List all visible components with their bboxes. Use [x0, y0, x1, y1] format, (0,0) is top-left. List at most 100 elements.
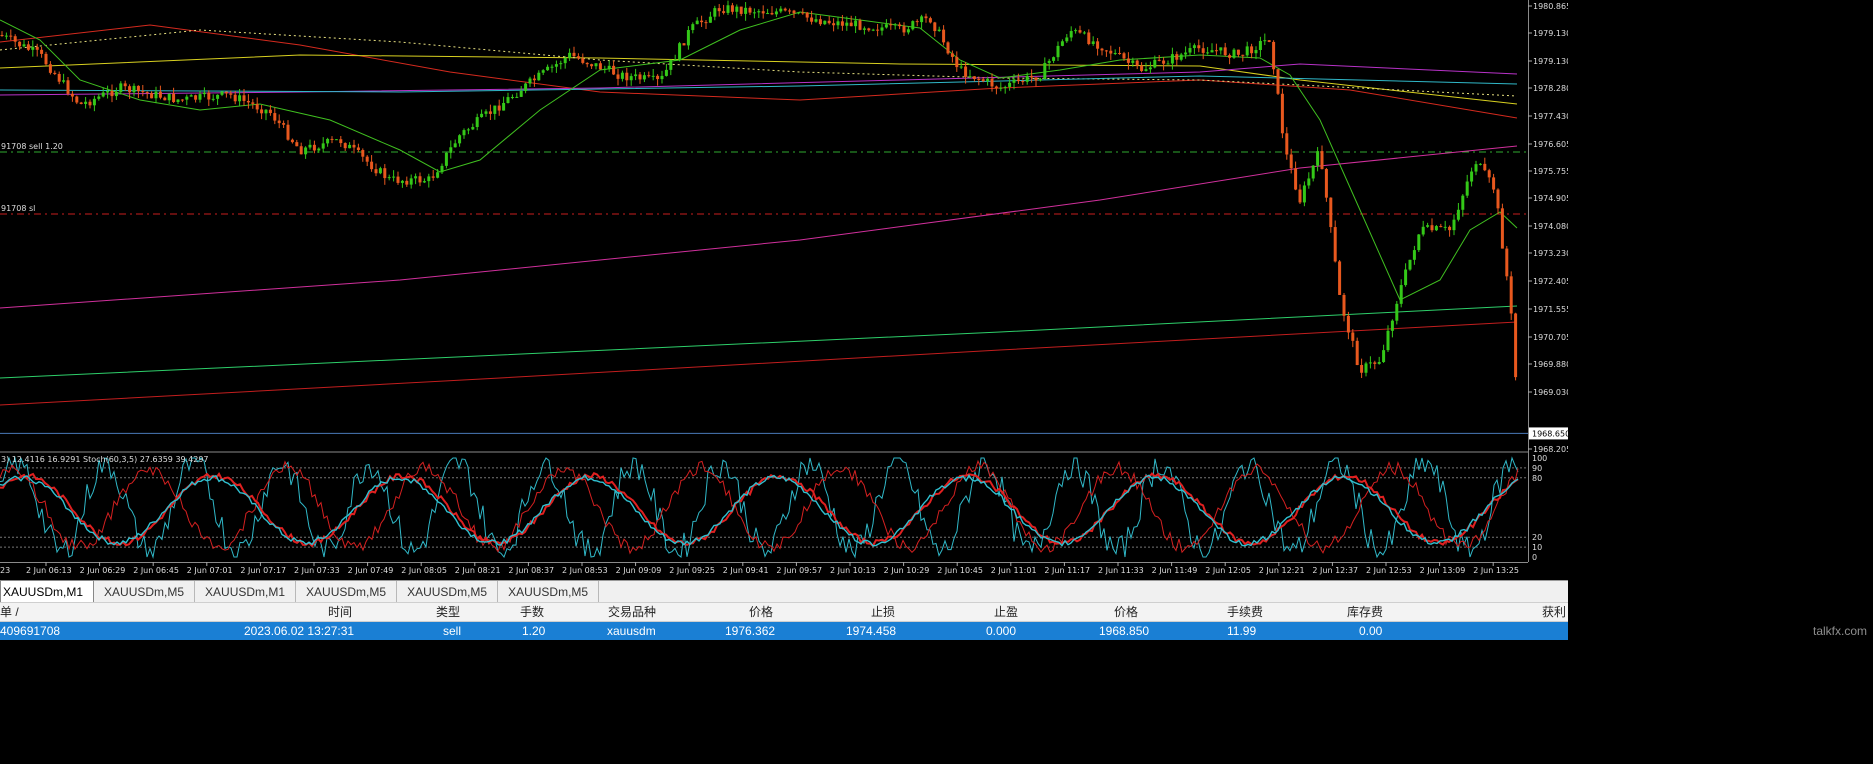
- candle-body: [827, 20, 831, 24]
- candle-body: [1421, 226, 1425, 235]
- col-open-price[interactable]: 价格: [749, 603, 773, 621]
- tab-chart-1[interactable]: XAUUSDm,M1: [0, 580, 95, 602]
- stoch-tick-label: 100: [1532, 454, 1547, 463]
- candle-body: [968, 76, 972, 78]
- col-time[interactable]: 时间: [328, 603, 352, 621]
- candle-body: [396, 176, 400, 183]
- candle-body: [1118, 52, 1122, 54]
- candle-body: [946, 42, 950, 54]
- tab-chart-6[interactable]: XAUUSDm,M5: [498, 581, 600, 602]
- chart-canvas[interactable]: 1980.865 1979.130 1979.130 1978.280 1977.430…: [0, 0, 1568, 580]
- col-stop-loss[interactable]: 止损: [871, 603, 895, 621]
- price-tick-label: 1968.205: [1533, 445, 1568, 454]
- time-tick-label: 2 Jun 06:45: [133, 566, 179, 575]
- candle-body: [612, 65, 616, 75]
- candle-body: [321, 143, 325, 149]
- candle-body: [326, 138, 330, 144]
- candle-body: [867, 28, 871, 31]
- col-type[interactable]: 类型: [436, 603, 460, 621]
- candle-body: [110, 90, 114, 97]
- candle-body: [1360, 365, 1364, 373]
- candle-body: [524, 83, 528, 91]
- candle-body: [132, 85, 136, 93]
- candle-body: [1188, 48, 1192, 53]
- candle-body: [1008, 82, 1012, 87]
- time-tick-label: 2 Jun 12:53: [1366, 566, 1412, 575]
- tab-chart-3[interactable]: XAUUSDm,M1: [195, 581, 297, 602]
- ma-yellow: [0, 54, 1518, 105]
- candle-body: [1082, 32, 1086, 34]
- price-tick-label: 1974.905: [1533, 194, 1568, 203]
- candle-body: [642, 75, 646, 80]
- row-take-profit: 0.000: [986, 624, 1017, 638]
- candle-body: [1294, 168, 1298, 190]
- candle-body: [550, 66, 554, 68]
- candle-body: [981, 79, 985, 82]
- candle-body: [136, 85, 140, 92]
- price-tick-label: 1979.130: [1533, 57, 1568, 66]
- candle-body: [1166, 63, 1170, 65]
- candle-body: [378, 168, 382, 174]
- candle-body: [1496, 189, 1500, 209]
- candle-body: [304, 147, 308, 155]
- candle-body: [185, 96, 189, 100]
- candle-body: [783, 8, 787, 11]
- time-tick-label: 2 Jun 08:21: [455, 566, 501, 575]
- candle-body: [915, 21, 919, 23]
- candle-body: [290, 139, 294, 143]
- col-swap[interactable]: 库存费: [1347, 603, 1383, 621]
- candle-body: [348, 144, 352, 149]
- candle-body: [282, 123, 286, 125]
- col-order[interactable]: 单 /: [0, 603, 19, 621]
- candle-body: [409, 178, 413, 185]
- col-current-price[interactable]: 价格: [1114, 603, 1138, 621]
- candle-body: [911, 21, 915, 30]
- col-symbol[interactable]: 交易品种: [608, 603, 656, 621]
- candle-body: [176, 99, 180, 103]
- candle-body: [757, 11, 761, 13]
- candle-body: [832, 23, 836, 26]
- col-take-profit[interactable]: 止盈: [994, 603, 1018, 621]
- candle-body: [554, 64, 558, 67]
- table-row[interactable]: 409691708 2023.06.02 13:27:31 sell 1.20 …: [0, 622, 1568, 640]
- candle-body: [884, 24, 888, 28]
- candle-body: [876, 29, 880, 31]
- tab-chart-4[interactable]: XAUUSDm,M5: [296, 581, 398, 602]
- stoch-tick-label: 80: [1532, 474, 1542, 483]
- candle-body: [1272, 41, 1276, 70]
- candle-body: [924, 16, 928, 19]
- candle-body: [1241, 54, 1245, 56]
- col-commission[interactable]: 手续费: [1227, 603, 1263, 621]
- candle-body: [1052, 57, 1056, 61]
- candle-body: [123, 83, 127, 87]
- candle-body: [1170, 54, 1174, 64]
- candle-body: [1232, 49, 1236, 58]
- candle-body: [568, 52, 572, 59]
- trade-table-header: 单 / 时间 类型 手数 交易品种 价格 止损 止盈 价格 手续费 库存费 获利: [0, 602, 1568, 622]
- candle-body: [1364, 363, 1368, 373]
- col-volume[interactable]: 手数: [520, 603, 544, 621]
- time-tick-label: 2 Jun 11:17: [1044, 566, 1090, 575]
- candle-body: [154, 91, 158, 99]
- candle-body: [1329, 197, 1333, 228]
- candle-body: [1250, 46, 1254, 54]
- candle-body: [1104, 50, 1108, 52]
- candle-body: [563, 58, 567, 64]
- candle-body: [537, 72, 541, 81]
- candle-body: [18, 41, 22, 47]
- candle-body: [1280, 93, 1284, 134]
- time-tick-label: 2 Jun 06:29: [80, 566, 126, 575]
- col-profit[interactable]: 获利: [1542, 603, 1566, 621]
- candle-body: [101, 92, 105, 97]
- candle-body: [493, 105, 497, 114]
- tab-chart-2[interactable]: XAUUSDm,M5: [94, 581, 196, 602]
- tab-chart-5[interactable]: XAUUSDm,M5: [397, 581, 499, 602]
- candle-body: [1113, 52, 1117, 54]
- candle-body: [1386, 330, 1390, 351]
- candle-body: [480, 113, 484, 118]
- price-chart[interactable]: 1980.865 1979.130 1979.130 1978.280 1977.430…: [0, 0, 1568, 580]
- time-tick-label: 2 Jun 11:49: [1152, 566, 1198, 575]
- candle-body: [40, 49, 44, 54]
- candle-body: [691, 24, 695, 31]
- candle-body: [260, 109, 264, 114]
